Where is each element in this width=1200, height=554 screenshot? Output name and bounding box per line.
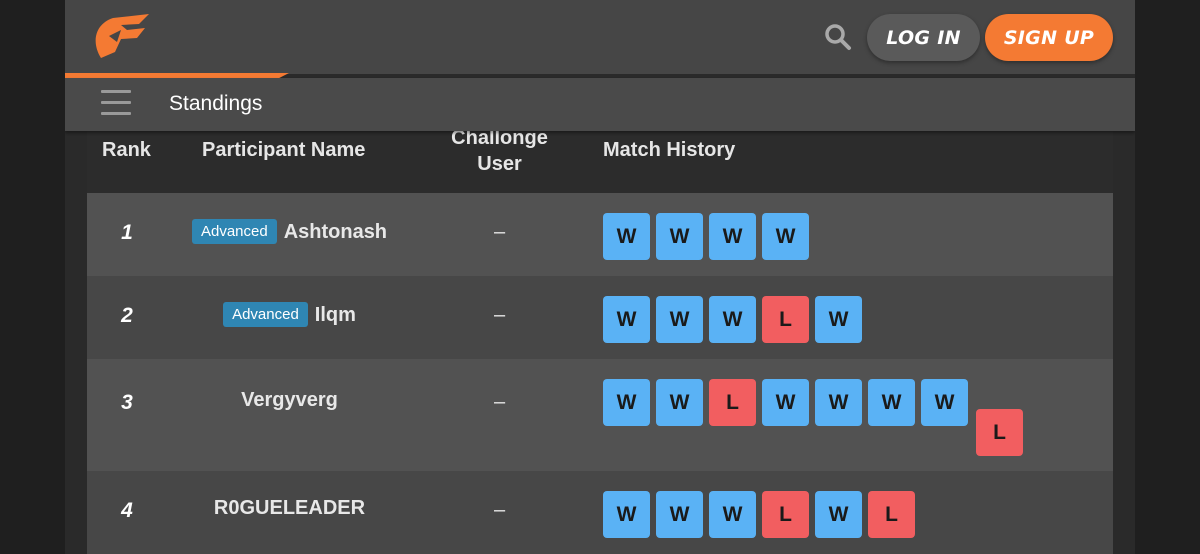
challenge-user-cell: –: [493, 221, 506, 243]
match-win-tile[interactable]: W: [921, 379, 968, 426]
sub-navigation-bar: Standings: [65, 78, 1135, 131]
match-win-tile[interactable]: W: [656, 296, 703, 343]
table-header: Rank Participant Name Challonge User Mat…: [87, 127, 1113, 193]
table-row: 4 R0GUELEADER – W W W L W L: [87, 471, 1113, 554]
match-win-tile[interactable]: W: [709, 213, 756, 260]
match-win-tile[interactable]: W: [815, 379, 862, 426]
rank-cell: 1: [121, 221, 133, 244]
column-header-challenge-user: Challonge User: [442, 125, 557, 177]
match-win-tile[interactable]: W: [709, 296, 756, 343]
column-header-challenge-line2: User: [477, 153, 522, 175]
table-row: 1 Advanced Ashtonash – W W W W: [87, 193, 1113, 276]
search-icon[interactable]: [823, 22, 853, 52]
match-loss-tile[interactable]: L: [762, 491, 809, 538]
match-win-tile[interactable]: W: [656, 379, 703, 426]
app-frame: LOG IN SIGN UP Standings Rank Participan…: [65, 0, 1135, 554]
match-win-tile[interactable]: W: [815, 296, 862, 343]
column-header-rank: Rank: [102, 139, 151, 161]
advanced-badge: Advanced: [223, 302, 308, 327]
match-loss-tile[interactable]: L: [868, 491, 915, 538]
login-button[interactable]: LOG IN: [867, 14, 980, 61]
participant-name[interactable]: R0GUELEADER: [214, 497, 365, 519]
top-header: LOG IN SIGN UP: [65, 0, 1135, 74]
table-row: 3 Vergyverg – W W L W W W W L: [87, 359, 1113, 471]
match-win-tile[interactable]: W: [603, 379, 650, 426]
signup-button[interactable]: SIGN UP: [985, 14, 1113, 61]
match-win-tile[interactable]: W: [603, 491, 650, 538]
challenge-user-cell: –: [493, 304, 506, 326]
match-win-tile[interactable]: W: [656, 213, 703, 260]
match-win-tile[interactable]: W: [603, 296, 650, 343]
participant-cell: Advanced Ashtonash: [182, 219, 397, 244]
participant-cell: Vergyverg: [182, 389, 397, 412]
column-header-match-history: Match History: [603, 139, 736, 161]
match-loss-tile[interactable]: L: [709, 379, 756, 426]
match-win-tile[interactable]: W: [868, 379, 915, 426]
match-loss-tile[interactable]: L: [762, 296, 809, 343]
match-win-tile[interactable]: W: [762, 213, 809, 260]
match-win-tile[interactable]: W: [709, 491, 756, 538]
table-row: 2 Advanced Ilqm – W W W L W: [87, 276, 1113, 359]
column-header-participant: Participant Name: [202, 139, 366, 161]
challenge-user-cell: –: [493, 499, 506, 521]
match-win-tile[interactable]: W: [815, 491, 862, 538]
standings-table: Rank Participant Name Challonge User Mat…: [87, 127, 1113, 554]
match-win-tile[interactable]: W: [762, 379, 809, 426]
rank-cell: 3: [121, 391, 133, 414]
participant-name[interactable]: Ilqm: [315, 304, 356, 326]
advanced-badge: Advanced: [191, 219, 277, 244]
participant-name[interactable]: Ashtonash: [284, 221, 387, 243]
brand-logo-icon[interactable]: [87, 12, 157, 60]
match-win-tile[interactable]: W: [656, 491, 703, 538]
participant-cell: R0GUELEADER: [182, 497, 397, 520]
match-win-tile[interactable]: W: [603, 213, 650, 260]
challenge-user-cell: –: [493, 391, 506, 413]
rank-cell: 2: [121, 304, 133, 327]
hamburger-menu-icon[interactable]: [101, 90, 131, 116]
match-loss-tile[interactable]: L: [976, 409, 1023, 456]
rank-cell: 4: [121, 499, 133, 522]
participant-cell: Advanced Ilqm: [182, 302, 397, 327]
page-title: Standings: [169, 92, 263, 115]
participant-name[interactable]: Vergyverg: [241, 389, 338, 411]
